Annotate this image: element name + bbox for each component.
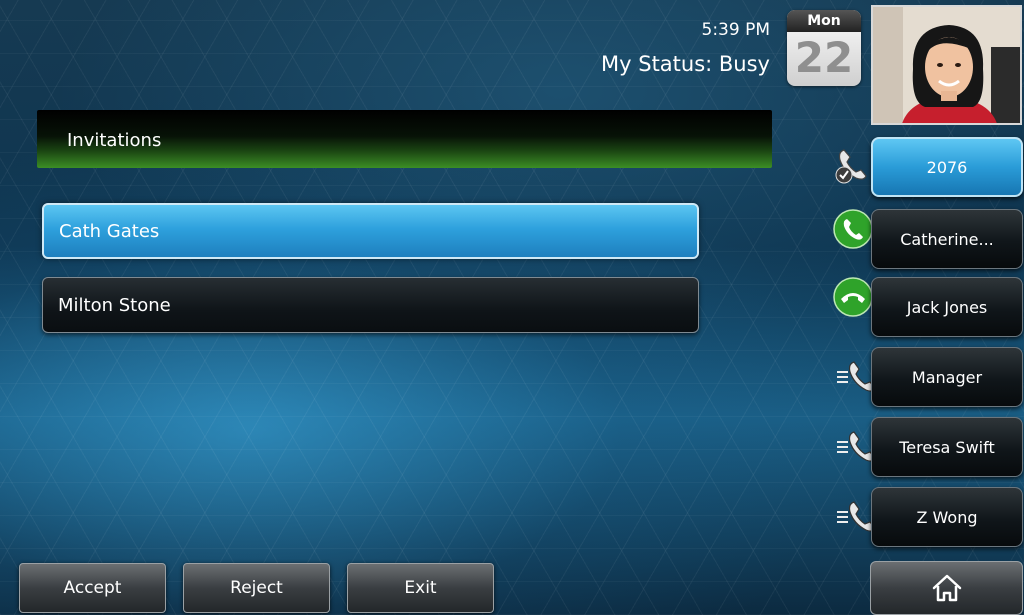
idle-line-icon bbox=[834, 496, 876, 538]
idle-line-icon bbox=[834, 356, 876, 398]
clock-time: 5:39 PM bbox=[701, 20, 771, 40]
line-key-z-wong[interactable]: Z Wong bbox=[871, 487, 1023, 547]
idle-line-icon bbox=[834, 426, 876, 468]
exit-button[interactable]: Exit bbox=[347, 563, 494, 613]
calendar-widget[interactable]: Mon 22 bbox=[787, 10, 861, 86]
active-call-icon bbox=[832, 276, 874, 318]
exit-label: Exit bbox=[404, 578, 437, 598]
home-button[interactable] bbox=[870, 561, 1023, 615]
contact-photo bbox=[873, 7, 1020, 123]
video-preview[interactable] bbox=[871, 5, 1022, 125]
line-key-catherine[interactable]: Catherine... bbox=[871, 209, 1023, 269]
reject-button[interactable]: Reject bbox=[183, 563, 330, 613]
accept-label: Accept bbox=[63, 578, 122, 598]
line-key-label: Jack Jones bbox=[906, 297, 988, 317]
calendar-date: 22 bbox=[794, 33, 854, 82]
line-key-2076[interactable]: 2076 bbox=[871, 137, 1023, 197]
line-key-label: Manager bbox=[911, 367, 983, 387]
invitation-name: Cath Gates bbox=[59, 220, 160, 242]
line-key-label: Z Wong bbox=[916, 507, 978, 527]
incoming-call-icon bbox=[832, 208, 874, 250]
invitation-name: Milton Stone bbox=[58, 294, 171, 316]
page-title: Invitations bbox=[67, 130, 162, 151]
my-status[interactable]: My Status: Busy bbox=[601, 52, 770, 76]
invitation-row[interactable]: Cath Gates bbox=[42, 203, 699, 259]
accept-button[interactable]: Accept bbox=[19, 563, 166, 613]
home-icon bbox=[932, 574, 961, 602]
line-key-label: Catherine... bbox=[900, 229, 994, 249]
line-registered-icon bbox=[832, 144, 874, 186]
calendar-day: Mon bbox=[787, 10, 861, 32]
line-key-teresa-swift[interactable]: Teresa Swift bbox=[871, 417, 1023, 477]
invitation-row[interactable]: Milton Stone bbox=[42, 277, 699, 333]
invitations-header: Invitations bbox=[37, 110, 772, 168]
line-key-label: 2076 bbox=[926, 157, 968, 177]
phone-screen: 5:39 PM My Status: Busy Mon 22 Invitatio… bbox=[0, 0, 1024, 615]
line-key-jack-jones[interactable]: Jack Jones bbox=[871, 277, 1023, 337]
line-key-label: Teresa Swift bbox=[899, 437, 995, 457]
line-key-manager[interactable]: Manager bbox=[871, 347, 1023, 407]
reject-label: Reject bbox=[230, 578, 283, 598]
